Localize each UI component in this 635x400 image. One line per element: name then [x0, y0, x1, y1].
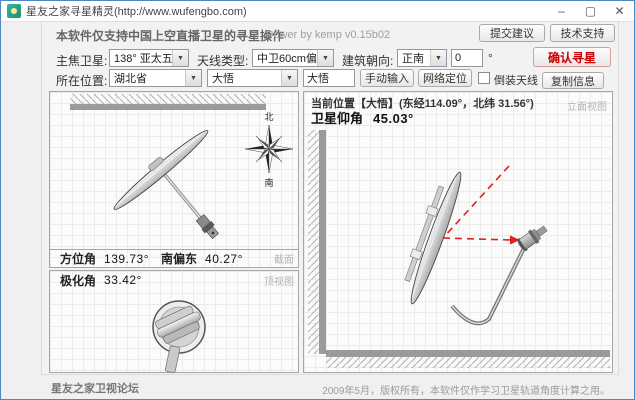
- orientation-label: 建筑朝向:: [342, 54, 394, 68]
- azimuth-value: 139.73°: [104, 251, 150, 266]
- antenna-selected-value: 中卫60cm偏馈: [257, 53, 317, 65]
- title-bar: 星友之家寻星精灵(http://www.wufengbo.com) – ▢ ✕: [1, 1, 634, 22]
- azimuth-label: 方位角: [60, 252, 97, 266]
- polarization-value: 33.42°: [104, 273, 142, 287]
- wall-bar: [319, 130, 326, 354]
- floor-bar: [326, 350, 610, 357]
- app-window: 星友之家寻星精灵(http://www.wufengbo.com) – ▢ ✕ …: [0, 0, 635, 400]
- lnb-side: [517, 225, 548, 251]
- maximize-button[interactable]: ▢: [576, 1, 605, 21]
- notice-text: 本软件仅支持中国上空直播卫星的寻星操作: [56, 29, 285, 43]
- invert-antenna-label: 倒装天线: [494, 75, 538, 87]
- compass-north-label: 北: [264, 112, 273, 122]
- elevation-view-tag: 立面视图: [567, 102, 607, 113]
- chevron-down-icon[interactable]: ▼: [172, 50, 188, 66]
- close-button[interactable]: ✕: [605, 1, 634, 21]
- tech-support-button[interactable]: 技术支持: [550, 24, 615, 42]
- floor-hatch: [326, 357, 610, 368]
- orientation-select[interactable]: 正南 ▼: [397, 49, 447, 67]
- compass-south-label: 南: [264, 177, 273, 188]
- polarization-label: 极化角: [60, 273, 97, 288]
- antenna-type-label: 天线类型:: [197, 54, 249, 68]
- orientation-offset-input[interactable]: [451, 49, 483, 67]
- wall-hatch: [308, 130, 319, 354]
- location-label: 所在位置:: [56, 74, 108, 88]
- satellite-select[interactable]: 138° 亚太五号 ▼: [109, 49, 189, 67]
- lnb-front-view-drawing: [152, 300, 206, 373]
- azimuth-readout-row: 方位角 139.73° 南偏东 40.27° 截面: [50, 249, 298, 267]
- polarization-panel: 极化角 33.42° 顶视图: [49, 270, 299, 373]
- feed-arm: [450, 245, 527, 326]
- elevation-readout: 卫星仰角 45.03°: [311, 108, 414, 127]
- satellite-label: 主焦卫星:: [56, 54, 108, 68]
- confirm-search-button[interactable]: 确认寻星: [533, 47, 611, 67]
- satellite-selected-value: 138° 亚太五号: [114, 53, 172, 65]
- compass-icon: 北 南: [244, 112, 294, 188]
- azimuth-direction-value: 40.27°: [205, 251, 243, 266]
- degree-sign: °: [488, 51, 493, 65]
- province-select[interactable]: 湖北省 ▼: [109, 69, 202, 87]
- city-search-input[interactable]: [303, 69, 355, 87]
- city-select[interactable]: 大悟 ▼: [207, 69, 298, 87]
- dish-top-view-drawing: 北 南: [70, 94, 294, 240]
- chevron-down-icon[interactable]: ▼: [430, 50, 446, 66]
- antenna-type-select[interactable]: 中卫60cm偏馈 ▼: [252, 49, 334, 67]
- elevation-label: 卫星仰角: [311, 111, 364, 126]
- polarization-view-tag: 顶视图: [264, 276, 294, 288]
- azimuth-plan-panel: 北 南 方位角 139.73° 南偏东 40.27° 截面: [49, 91, 299, 268]
- dish-reflector-top: [113, 130, 209, 210]
- invert-antenna-checkbox[interactable]: [478, 72, 490, 84]
- chevron-down-icon[interactable]: ▼: [185, 70, 201, 86]
- dish-side-view-drawing: [308, 130, 610, 368]
- chevron-down-icon[interactable]: ▼: [317, 50, 333, 66]
- city-selected-value: 大悟: [212, 73, 234, 85]
- polarization-readout-row: 极化角 33.42° 顶视图: [50, 271, 298, 289]
- chevron-down-icon[interactable]: ▼: [281, 70, 297, 86]
- plan-view-tag: 截面: [274, 255, 294, 266]
- wall-bar: [70, 104, 266, 110]
- azimuth-direction-label: 南偏东: [161, 252, 198, 266]
- copyright-text: 2009年5月，版权所有，本软件仅作学习卫星轨道角度计算之用。: [322, 386, 610, 397]
- manual-input-button[interactable]: 手动输入: [360, 69, 414, 87]
- app-icon: [7, 4, 21, 18]
- signal-reflected-dash: [442, 237, 513, 241]
- network-locate-button[interactable]: 网络定位: [418, 69, 472, 87]
- copy-info-button[interactable]: 复制信息: [542, 72, 604, 89]
- elevation-panel: 当前位置【大悟】(东经114.09°，北纬 31.56°) 卫星仰角 45.03°…: [303, 91, 613, 373]
- elevation-value: 45.03°: [373, 111, 414, 126]
- minimize-button[interactable]: –: [547, 1, 576, 21]
- dish-reflector-side: [404, 171, 462, 305]
- orientation-selected-value: 正南: [402, 53, 424, 65]
- submit-suggestion-button[interactable]: 提交建议: [479, 24, 545, 42]
- province-selected-value: 湖北省: [114, 73, 147, 85]
- powered-by-text: Power by kemp v0.15b02: [266, 29, 391, 41]
- window-title: 星友之家寻星精灵(http://www.wufengbo.com): [26, 6, 247, 18]
- forum-link: 星友之家卫视论坛: [51, 383, 139, 395]
- wall-hatch: [70, 94, 266, 104]
